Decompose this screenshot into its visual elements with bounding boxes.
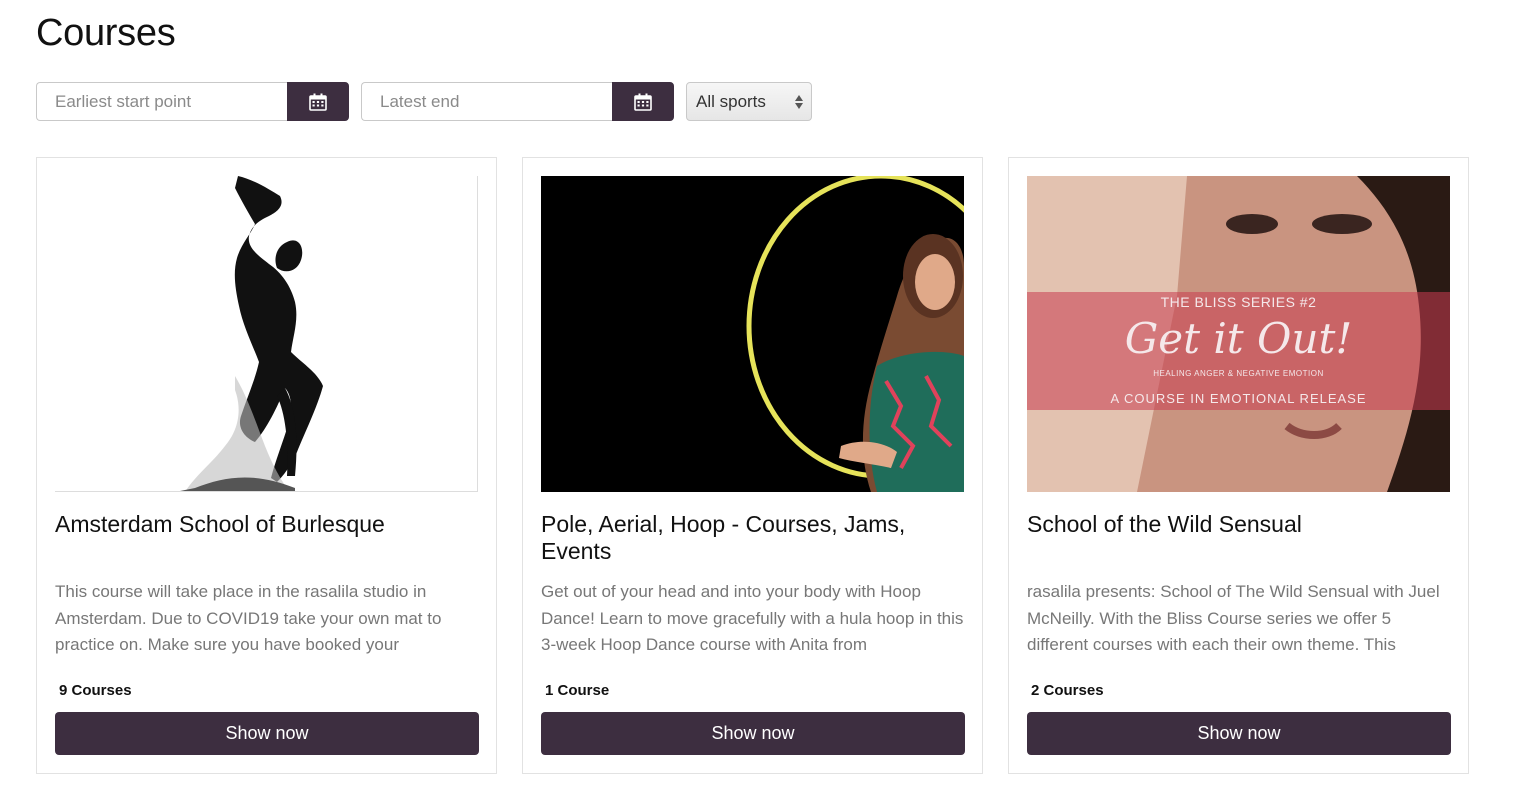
bliss-subtitle: HEALING ANGER & NEGATIVE EMOTION [1153,369,1324,378]
show-now-button[interactable]: Show now [541,712,965,755]
start-date-group [36,82,349,121]
start-date-input[interactable] [36,82,287,121]
show-now-button[interactable]: Show now [55,712,479,755]
card-description: This course will take place in the rasal… [55,582,442,654]
show-now-button[interactable]: Show now [1027,712,1451,755]
calendar-icon [634,93,652,111]
sport-select-value: All sports [696,91,766,111]
course-card: THE BLISS SERIES #2 Get it Out! HEALING … [1008,157,1469,774]
bliss-series-label: THE BLISS SERIES #2 [1160,294,1317,310]
calendar-icon [309,93,327,111]
end-date-group [361,82,674,121]
dancer-silhouette-image [180,176,323,491]
card-course-count: 1 Course [545,682,610,699]
course-card: Pole, Aerial, Hoop - Courses, Jams, Even… [522,157,983,774]
hoop-dancer-image [541,176,964,492]
card-image-bliss-series[interactable]: THE BLISS SERIES #2 Get it Out! HEALING … [1027,176,1450,492]
sport-select[interactable]: All sports [686,82,812,121]
card-title: School of the Wild Sensual [1027,511,1302,537]
card-description: Get out of your head and into your body … [541,582,964,654]
card-course-count: 2 Courses [1031,682,1104,699]
card-image-burlesque-dancer[interactable] [55,176,478,492]
end-date-input[interactable] [361,82,612,121]
card-title: Pole, Aerial, Hoop - Courses, Jams, Even… [541,511,906,564]
page-title: Courses [36,12,176,54]
select-arrows-icon [795,94,803,109]
course-card-list: Amsterdam School of Burlesque This cours… [36,157,1469,774]
start-date-calendar-button[interactable] [287,82,349,121]
card-title: Amsterdam School of Burlesque [55,511,385,537]
card-course-count: 9 Courses [59,682,132,699]
card-description: rasalila presents: School of The Wild Se… [1027,582,1440,654]
filter-bar: All sports [36,82,812,121]
card-image-hoop-dancer[interactable] [541,176,964,492]
bliss-tagline: A COURSE IN EMOTIONAL RELEASE [1110,391,1367,406]
bliss-headline: Get it Out! [1124,314,1353,363]
course-card: Amsterdam School of Burlesque This cours… [36,157,497,774]
end-date-calendar-button[interactable] [612,82,674,121]
